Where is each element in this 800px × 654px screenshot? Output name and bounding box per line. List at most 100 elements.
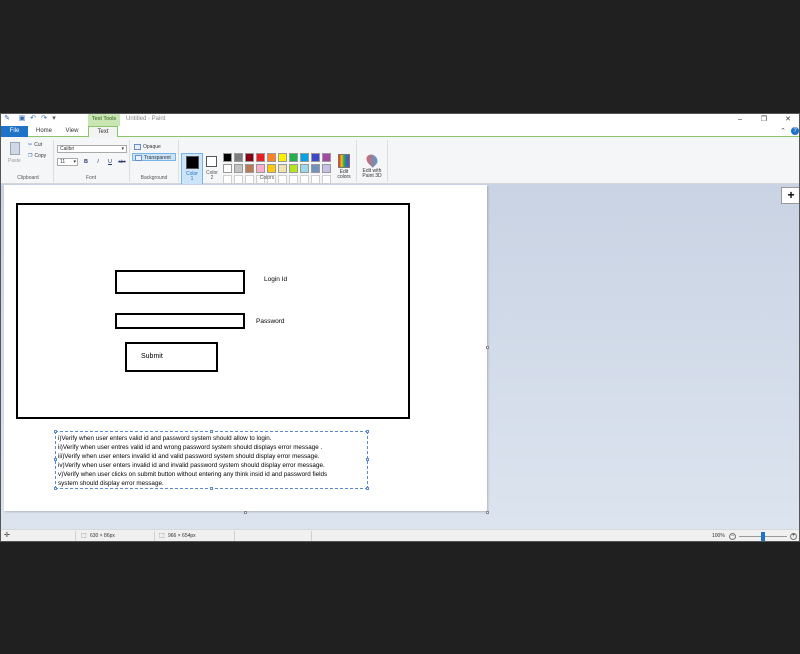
opaque-button[interactable]: Opaque xyxy=(132,143,176,151)
color-swatch[interactable] xyxy=(256,153,265,162)
color-swatch[interactable] xyxy=(234,164,243,173)
resize-handle[interactable] xyxy=(366,487,369,490)
color-swatch[interactable] xyxy=(300,164,309,173)
background-group-label: Background xyxy=(140,175,168,181)
color1-button[interactable]: Color 1 xyxy=(181,153,203,186)
custom-color-slot[interactable] xyxy=(322,175,331,184)
ribbon-tab-row: File Home View Text ⌃ ? xyxy=(1,126,799,137)
status-divider xyxy=(311,531,312,541)
strikethrough-button[interactable]: abc xyxy=(117,158,127,166)
ribbon: Paste ✂ Cut ❐ Copy Clipboard Calibri ▾ 11 ▾ … xyxy=(1,138,799,186)
maximize-button[interactable]: ❐ xyxy=(753,114,775,125)
font-family-select[interactable]: Calibri ▾ xyxy=(57,145,127,153)
custom-color-slot[interactable] xyxy=(311,175,320,184)
color1-label: Color 1 xyxy=(186,171,198,182)
color-swatch[interactable] xyxy=(267,164,276,173)
tab-home[interactable]: Home xyxy=(32,126,56,137)
paint3d-icon xyxy=(364,152,380,168)
font-size-value: 11 xyxy=(60,159,66,165)
edit-with-paint3d-button[interactable]: Edit with Paint 3D xyxy=(359,152,385,179)
italic-button[interactable]: I xyxy=(94,158,102,166)
title-bar: ✎ ▣ ↶ ↷ ▾ Text Tools Untitled - Paint – … xyxy=(1,114,799,126)
font-group-label: Font xyxy=(85,175,96,181)
color-swatch[interactable] xyxy=(300,153,309,162)
color-swatch[interactable] xyxy=(267,153,276,162)
cursor-position-icon: ✛ xyxy=(4,532,10,539)
group-divider xyxy=(129,140,130,182)
status-bar: ✛ ⬚ 630 × 86px ⬚ 966 × 654px 100% − + xyxy=(1,529,799,541)
text-line: iv)Verify when user enters invalid id an… xyxy=(58,462,325,469)
collapse-ribbon-icon[interactable]: ⌃ xyxy=(780,127,786,135)
login-id-box xyxy=(115,270,245,294)
opaque-label: Opaque xyxy=(143,144,161,150)
canvas-resize-handle[interactable] xyxy=(486,511,489,514)
canvas-workspace: + Login Id Password Submit i)Verify when… xyxy=(1,184,799,529)
transparent-button[interactable]: Transparent xyxy=(132,153,176,161)
help-icon[interactable]: ? xyxy=(791,127,799,135)
paint3d-label: Paint 3D xyxy=(362,173,382,179)
resize-handle[interactable] xyxy=(210,430,213,433)
edit-colors-button[interactable]: Edit colors xyxy=(334,153,354,180)
canvas-resize-handle[interactable] xyxy=(244,511,247,514)
resize-handle[interactable] xyxy=(54,458,57,461)
zoom-in-button[interactable]: + xyxy=(790,533,797,540)
text-tools-context-label: Text Tools xyxy=(88,114,120,126)
canvas-resize-handle[interactable] xyxy=(486,346,489,349)
cut-button[interactable]: ✂ Cut xyxy=(28,142,42,148)
text-line: ii)Verify when user entres valid id and … xyxy=(58,444,323,451)
resize-handle[interactable] xyxy=(54,487,57,490)
opaque-icon xyxy=(134,144,141,150)
color-swatch[interactable] xyxy=(245,164,254,173)
text-line: iii)Verify when user enters invalid id a… xyxy=(58,453,320,460)
resize-handle[interactable] xyxy=(54,430,57,433)
zoom-out-button[interactable]: − xyxy=(729,533,736,540)
copy-button[interactable]: ❐ Copy xyxy=(28,153,46,159)
color-swatch[interactable] xyxy=(256,164,265,173)
close-button[interactable]: ✕ xyxy=(777,114,799,125)
color-swatch[interactable] xyxy=(322,164,331,173)
bold-button[interactable]: B xyxy=(82,158,90,166)
color-swatch[interactable] xyxy=(289,153,298,162)
login-id-label: Login Id xyxy=(264,276,288,283)
paste-icon[interactable] xyxy=(10,142,20,155)
color2-label: Color 2 xyxy=(206,170,218,181)
add-icon[interactable]: + xyxy=(781,187,799,204)
image-size-icon: ⬚ xyxy=(159,533,165,539)
color-swatch[interactable] xyxy=(223,164,232,173)
save-icon[interactable]: ▣ xyxy=(18,115,26,123)
resize-handle[interactable] xyxy=(366,458,369,461)
redo-icon[interactable]: ↷ xyxy=(40,115,48,123)
text-box[interactable]: i)Verify when user enters valid id and p… xyxy=(54,430,369,490)
tab-file[interactable]: File xyxy=(1,126,28,137)
resize-handle[interactable] xyxy=(210,487,213,490)
color-swatch[interactable] xyxy=(278,153,287,162)
resize-handle[interactable] xyxy=(366,430,369,433)
color-swatch[interactable] xyxy=(322,153,331,162)
customize-qat-icon[interactable]: ▾ xyxy=(50,115,58,123)
underline-button[interactable]: U xyxy=(106,158,114,166)
colors-group-label: Colors xyxy=(259,175,275,181)
paste-button[interactable]: Paste xyxy=(8,158,21,164)
text-line: v)Verify when user clicks on submit butt… xyxy=(58,471,328,478)
copy-icon: ❐ xyxy=(28,153,33,159)
image-size: 966 × 654px xyxy=(168,533,196,539)
status-divider xyxy=(75,531,76,541)
color-swatch[interactable] xyxy=(289,164,298,173)
document-title: Untitled - Paint xyxy=(126,116,166,122)
color2-button[interactable]: Color 2 xyxy=(203,153,221,186)
tab-text[interactable]: Text xyxy=(88,126,118,137)
tab-view[interactable]: View xyxy=(61,126,83,137)
color-swatch[interactable] xyxy=(223,153,232,162)
minimize-button[interactable]: – xyxy=(729,114,751,125)
zoom-slider-thumb[interactable] xyxy=(761,532,765,541)
color-swatch[interactable] xyxy=(234,153,243,162)
font-size-select[interactable]: 11 ▾ xyxy=(57,158,78,166)
color-swatch[interactable] xyxy=(278,164,287,173)
undo-icon[interactable]: ↶ xyxy=(29,115,37,123)
color-swatch[interactable] xyxy=(311,153,320,162)
drawing-canvas[interactable]: Login Id Password Submit i)Verify when u… xyxy=(4,185,487,511)
group-divider xyxy=(356,140,357,182)
color-swatch[interactable] xyxy=(245,153,254,162)
edit-colors-label: colors xyxy=(337,174,351,180)
color-swatch[interactable] xyxy=(311,164,320,173)
